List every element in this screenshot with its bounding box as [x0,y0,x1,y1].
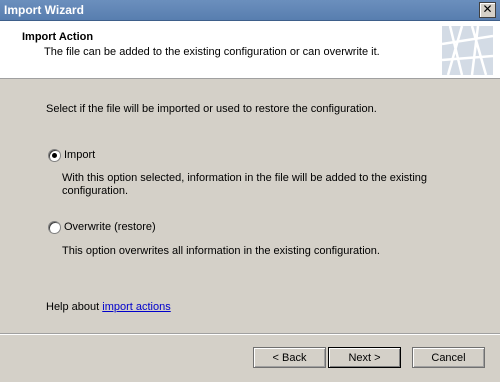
cancel-button[interactable]: Cancel [412,347,485,368]
overwrite-option-label[interactable]: Overwrite (restore) [64,221,156,233]
wizard-graphic-icon [442,26,493,75]
footer-divider [0,333,500,335]
wizard-header: Import Action The file can be added to t… [0,21,500,79]
import-option-label[interactable]: Import [64,149,95,161]
import-wizard-window: Import Wizard ✕ Import Action The file c… [0,0,500,382]
close-icon: ✕ [482,2,493,16]
next-button[interactable]: Next > [328,347,401,368]
overwrite-radio[interactable] [48,221,61,234]
back-button[interactable]: < Back [253,347,326,368]
window-title: Import Wizard [4,3,84,17]
page-title: Import Action [22,31,94,43]
import-radio[interactable] [48,149,61,162]
overwrite-option-description: This option overwrites all information i… [62,245,380,257]
instruction-text: Select if the file will be imported or u… [46,103,377,115]
title-bar[interactable]: Import Wizard ✕ [0,0,500,21]
close-button[interactable]: ✕ [479,2,496,18]
import-actions-link[interactable]: import actions [102,301,170,313]
import-option-description: With this option selected, information i… [62,172,428,197]
help-line: Help about import actions [46,301,171,313]
help-prefix: Help about [46,301,103,313]
page-subtitle: The file can be added to the existing co… [44,46,380,58]
radio-selected-dot [52,153,57,158]
